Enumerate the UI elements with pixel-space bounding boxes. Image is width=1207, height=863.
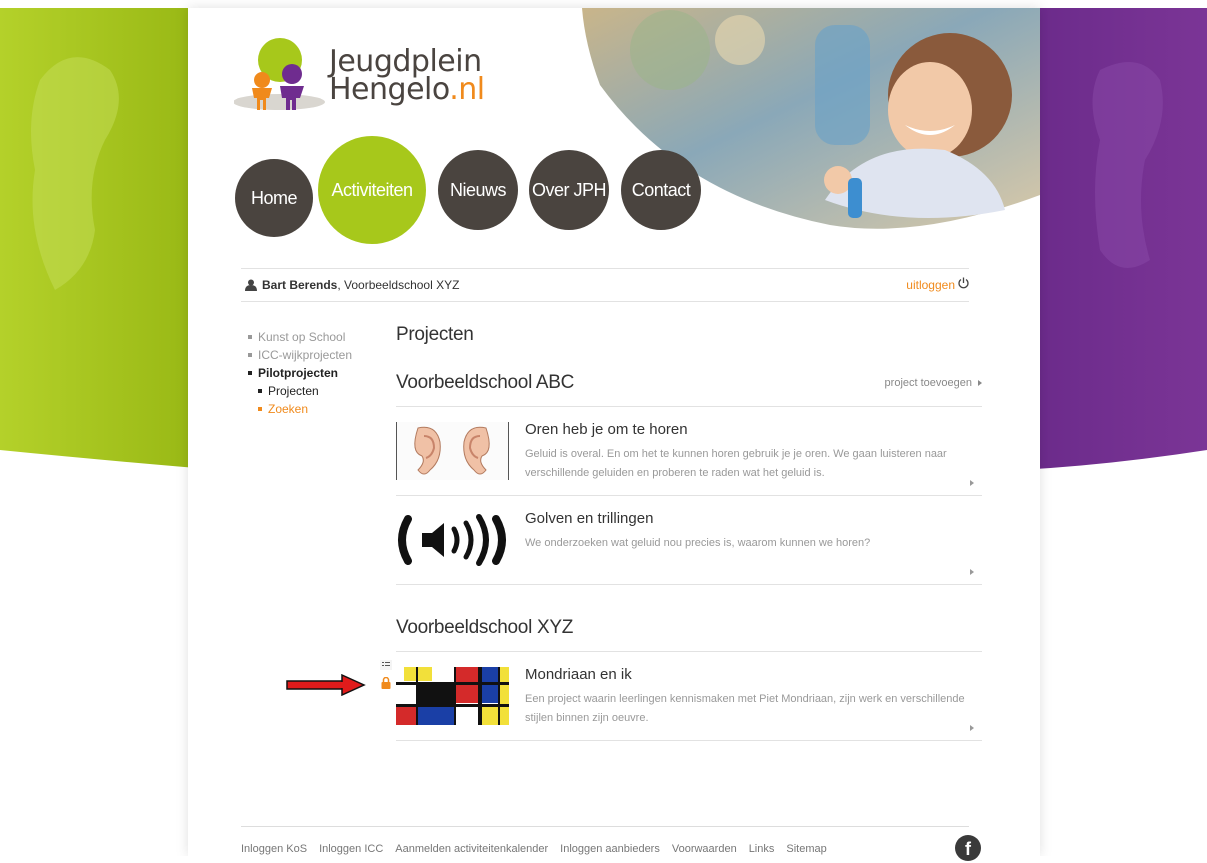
footer-link-inloggen-kos[interactable]: Inloggen KoS — [241, 843, 307, 855]
ears-image — [396, 422, 509, 480]
project-title[interactable]: Oren heb je om te horen — [525, 421, 688, 438]
nav-activiteiten[interactable]: Activiteiten — [318, 136, 426, 244]
footer-link-inloggen-aanbieders[interactable]: Inloggen aanbieders — [560, 843, 660, 855]
user-school: , Voorbeeldschool XYZ — [337, 278, 460, 292]
school-name: Voorbeeldschool ABC — [396, 372, 575, 393]
facebook-icon[interactable]: f — [955, 835, 981, 861]
user-info: Bart Berends, Voorbeeldschool XYZ — [245, 278, 459, 292]
project-item[interactable]: Mondriaan en ik Een project waarin leerl… — [396, 652, 982, 741]
footer-link-inloggen-icc[interactable]: Inloggen ICC — [319, 843, 383, 855]
sidebar-item-zoeken[interactable]: Zoeken — [256, 400, 352, 418]
add-project-link[interactable]: project toevoegen — [885, 377, 972, 389]
project-item[interactable]: Oren heb je om te horen Geluid is overal… — [396, 407, 982, 496]
nav-over-jph[interactable]: Over JPH — [529, 150, 609, 230]
lock-icon[interactable] — [381, 677, 391, 689]
arrow-right-icon[interactable] — [970, 569, 974, 575]
nav-contact[interactable]: Contact — [621, 150, 701, 230]
page-title: Projecten — [396, 324, 474, 345]
footer-link-aanmelden-activiteitenkalender[interactable]: Aanmelden activiteitenkalender — [395, 843, 548, 855]
school-header: Voorbeeldschool XYZ — [396, 617, 982, 652]
footer-link-voorwaarden[interactable]: Voorwaarden — [672, 843, 737, 855]
project-title[interactable]: Mondriaan en ik — [525, 666, 632, 683]
main-content: Projecten Voorbeeldschool ABC project to… — [396, 324, 982, 741]
mondrian-image — [396, 667, 509, 725]
sidebar: Kunst op School ICC-wijkprojecten Pilotp… — [246, 328, 352, 418]
footer-link-sitemap[interactable]: Sitemap — [786, 843, 826, 855]
sidebar-item-projecten[interactable]: Projecten — [256, 382, 352, 400]
logo-line2-ext: .nl — [449, 72, 485, 107]
logo-text: Jeugdplein Hengelo.nl — [329, 47, 485, 105]
user-bar: Bart Berends, Voorbeeldschool XYZ uitlog… — [241, 268, 969, 302]
logo-line2: Hengelo.nl — [329, 75, 485, 105]
site-logo[interactable]: Jeugdplein Hengelo.nl — [234, 36, 494, 122]
sidebar-item-pilotprojecten[interactable]: Pilotprojecten — [246, 364, 352, 382]
sidebar-item-kunst-op-school[interactable]: Kunst op School — [246, 328, 352, 346]
arrow-right-icon — [978, 380, 982, 386]
kids-logo-icon — [234, 38, 325, 110]
sidebar-item-icc-wijkprojecten[interactable]: ICC-wijkprojecten — [246, 346, 352, 364]
page-container: Jeugdplein Hengelo.nl Home Activiteiten … — [188, 8, 1040, 861]
sidebar-submenu: Projecten Zoeken — [246, 382, 352, 418]
project-description: We onderzoeken wat geluid nou precies is… — [525, 537, 871, 549]
user-icon — [245, 279, 257, 291]
red-arrow-icon — [286, 674, 366, 696]
logo-line2-main: Hengelo — [329, 72, 450, 107]
power-icon[interactable] — [958, 277, 969, 289]
project-title[interactable]: Golven en trillingen — [525, 510, 653, 527]
user-name: Bart Berends — [262, 278, 338, 292]
list-icon[interactable] — [380, 660, 392, 670]
speaker-icon — [396, 511, 509, 569]
project-description: Een project waarin leerlingen kennismake… — [525, 693, 965, 724]
nav-nieuws[interactable]: Nieuws — [438, 150, 518, 230]
footer: Inloggen KoS Inloggen ICC Aanmelden activi… — [241, 826, 969, 855]
arrow-right-icon[interactable] — [970, 725, 974, 731]
project-item[interactable]: Golven en trillingen We onderzoeken wat … — [396, 496, 982, 585]
school-name: Voorbeeldschool XYZ — [396, 617, 574, 638]
arrow-right-icon[interactable] — [970, 480, 974, 486]
school-header: Voorbeeldschool ABC project toevoegen — [396, 372, 982, 407]
nav-home[interactable]: Home — [235, 159, 313, 237]
logout-link[interactable]: uitloggen — [906, 278, 955, 292]
footer-link-links[interactable]: Links — [749, 843, 775, 855]
project-description: Geluid is overal. En om het te kunnen ho… — [525, 448, 947, 479]
